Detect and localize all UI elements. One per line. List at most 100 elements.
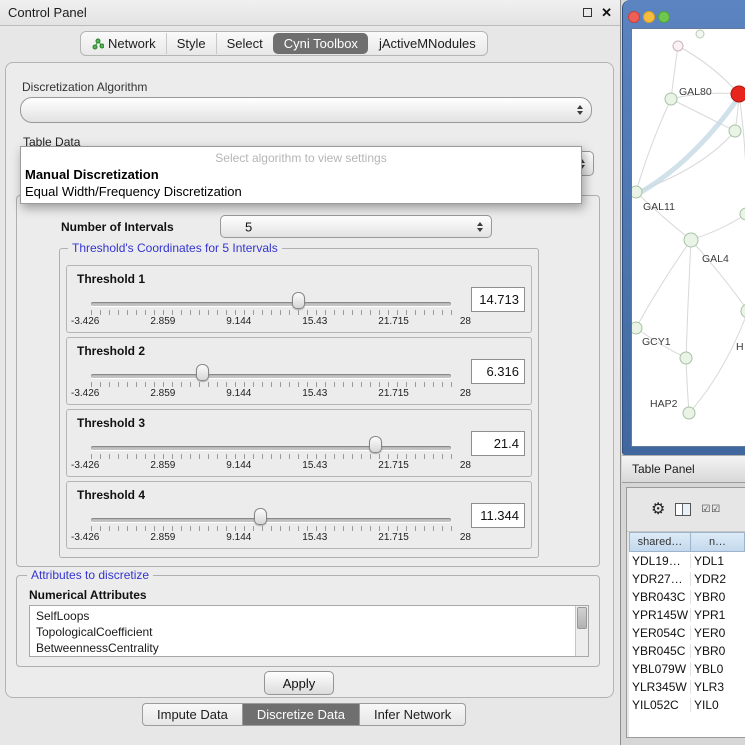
table-cell: YDR27… (629, 572, 691, 586)
tab-network[interactable]: Network (82, 33, 166, 54)
table-row[interactable]: YDL19…YDL1 (629, 552, 745, 570)
threshold-value-box[interactable]: 14.713 (471, 287, 525, 312)
node[interactable] (741, 304, 745, 318)
numerical-attributes-list[interactable]: SelfLoopsTopologicalCoefficientBetweenne… (29, 605, 589, 657)
scale-label: 15.43 (302, 532, 327, 543)
table-cell: YBL079W (629, 662, 691, 676)
attribute-item[interactable]: TopologicalCoefficient (36, 624, 588, 640)
threshold-value-box[interactable]: 6.316 (471, 359, 525, 384)
slider-track[interactable] (91, 446, 451, 450)
table-row[interactable]: YIL052CYIL0 (629, 696, 745, 714)
table-row[interactable]: YBL079WYBL0 (629, 660, 745, 678)
node-selected-red[interactable] (731, 86, 745, 102)
slider-track[interactable] (91, 302, 451, 306)
network-canvas[interactable]: GAL80 GAL11 GAL4 GCY1 HAP2 H (631, 28, 745, 447)
table-row[interactable]: YPR145WYPR1 (629, 606, 745, 624)
tab-label: jActiveMNodules (379, 36, 476, 51)
tab-impute-data[interactable]: Impute Data (142, 703, 243, 726)
threshold-value-box[interactable]: 11.344 (471, 503, 525, 528)
scale-label: 21.715 (378, 460, 409, 471)
tab-select[interactable]: Select (216, 33, 273, 54)
slider-track[interactable] (91, 518, 451, 522)
table-row[interactable]: YLR345WYLR3 (629, 678, 745, 696)
gear-icon[interactable]: ⚙ (651, 502, 665, 518)
scale-label: 21.715 (378, 316, 409, 327)
zoom-traffic-light-icon[interactable] (658, 11, 670, 23)
node-gal4[interactable] (684, 233, 698, 247)
table-row[interactable]: YBR045CYBR0 (629, 642, 745, 660)
node[interactable] (696, 30, 704, 38)
attributes-group-title: Attributes to discretize (27, 568, 153, 582)
checkbox-columns-icon[interactable]: ☑☑ (701, 504, 721, 515)
slider-ticks (91, 454, 452, 459)
float-window-icon[interactable] (583, 8, 592, 17)
scale-label: 2.859 (150, 532, 175, 543)
dropdown-placeholder-option[interactable]: Select algorithm to view settings (21, 149, 581, 166)
cyni-toolbox-panel: Discretization Algorithm Select algorith… (5, 62, 614, 698)
node-gal80[interactable] (665, 93, 677, 105)
slider-thumb[interactable] (254, 508, 267, 525)
network-view-window: GAL80 GAL11 GAL4 GCY1 HAP2 H (622, 0, 745, 455)
close-traffic-light-icon[interactable] (628, 11, 640, 23)
node-gal11[interactable] (632, 186, 642, 198)
attribute-item[interactable]: BetweennessCentrality (36, 640, 588, 656)
column-layout-icon[interactable] (675, 503, 691, 516)
numerical-attributes-label: Numerical Attributes (29, 588, 147, 602)
screenshot-stage: Control Panel ✕ Network Style Select Cyn… (0, 0, 745, 745)
algorithm-section-label: Discretization Algorithm (22, 80, 147, 94)
scale-label: -3.426 (71, 532, 99, 543)
algorithm-dropdown[interactable] (20, 97, 592, 123)
algorithm-dropdown-popup: Select algorithm to view settings Manual… (20, 146, 582, 204)
threshold-card: Threshold 3 -3.4262.8599.14415.4321.7152… (66, 409, 532, 477)
scrollbar-thumb[interactable] (577, 607, 587, 629)
node-label-gcy1: GCY1 (642, 336, 671, 348)
list-scrollbar[interactable] (575, 606, 588, 656)
slider-scale-labels: -3.4262.8599.14415.4321.71528 (71, 316, 471, 327)
tab-label: Discretize Data (257, 707, 345, 722)
slider-track[interactable] (91, 374, 451, 378)
tab-label: Impute Data (157, 707, 228, 722)
table-cell: YPR145W (629, 608, 691, 622)
node-hap2[interactable] (683, 407, 695, 419)
slider-thumb[interactable] (292, 292, 305, 309)
node[interactable] (673, 41, 683, 51)
scale-label: 9.144 (226, 316, 251, 327)
threshold-label: Threshold 3 (77, 416, 145, 430)
column-header-name[interactable]: n… (691, 532, 745, 552)
table-cell: YER054C (629, 626, 691, 640)
spinner-arrows-icon (477, 222, 483, 232)
slider-scale-labels: -3.4262.8599.14415.4321.71528 (71, 532, 471, 543)
slider-thumb[interactable] (196, 364, 209, 381)
thresholds-group: Threshold's Coordinates for 5 Intervals … (59, 248, 539, 558)
apply-button[interactable]: Apply (264, 671, 334, 695)
table-cell: YBR045C (629, 644, 691, 658)
table-panel-header: Table Panel (622, 455, 745, 483)
tab-style[interactable]: Style (166, 33, 216, 54)
dropdown-option-equal-width[interactable]: Equal Width/Frequency Discretization (21, 183, 581, 200)
table-cell: YDL19… (629, 554, 691, 568)
slider-ticks (91, 310, 452, 315)
tab-infer-network[interactable]: Infer Network (360, 703, 466, 726)
attribute-item[interactable]: SelfLoops (36, 608, 588, 624)
table-row[interactable]: YBR043CYBR0 (629, 588, 745, 606)
tab-label: Network (108, 36, 156, 51)
threshold-value-box[interactable]: 21.4 (471, 431, 525, 456)
table-row[interactable]: YDR27…YDR2 (629, 570, 745, 588)
close-icon[interactable]: ✕ (601, 6, 612, 19)
tab-jactivemodules[interactable]: jActiveMNodules (368, 33, 486, 54)
column-header-shared-name[interactable]: shared… (629, 532, 691, 552)
tab-discretize-data[interactable]: Discretize Data (243, 703, 360, 726)
minimize-traffic-light-icon[interactable] (643, 11, 655, 23)
node[interactable] (680, 352, 692, 364)
number-of-intervals-select[interactable]: 5 (220, 215, 492, 238)
table-row[interactable]: YER054CYER0 (629, 624, 745, 642)
node-gcy1[interactable] (632, 322, 642, 334)
node[interactable] (740, 208, 745, 220)
node-label-gal4: GAL4 (702, 253, 729, 265)
tab-cyni-toolbox[interactable]: Cyni Toolbox (273, 33, 368, 54)
slider-scale-labels: -3.4262.8599.14415.4321.71528 (71, 460, 471, 471)
node[interactable] (729, 125, 741, 137)
thresholds-group-title: Threshold's Coordinates for 5 Intervals (68, 241, 282, 255)
slider-thumb[interactable] (369, 436, 382, 453)
dropdown-option-manual-discretization[interactable]: Manual Discretization (21, 166, 581, 183)
